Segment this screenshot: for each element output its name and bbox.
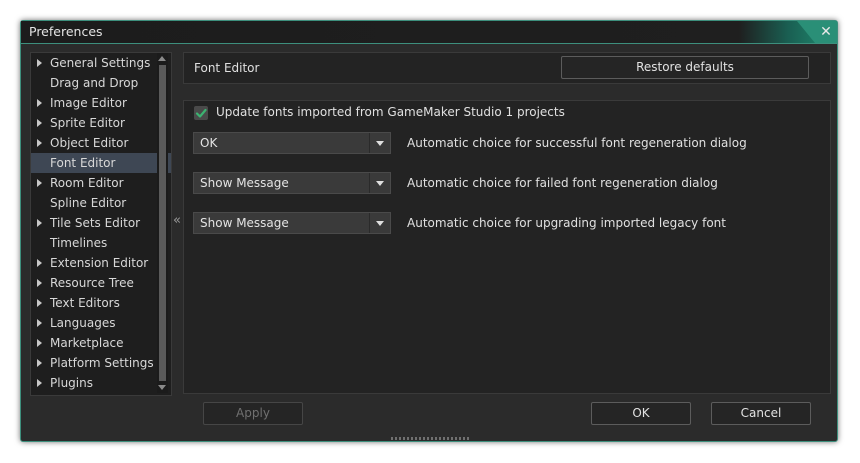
close-icon[interactable]: ✕ [815,21,837,43]
sidebar-item-tile-sets-editor[interactable]: Tile Sets Editor [31,213,171,233]
expand-arrow-icon[interactable] [37,99,42,107]
sidebar-item-sprite-editor[interactable]: Sprite Editor [31,113,171,133]
expand-arrow-icon[interactable] [37,339,42,347]
sidebar-item-font-editor[interactable]: Font Editor [31,153,171,173]
cancel-button[interactable]: Cancel [711,402,811,425]
sidebar-item-label: Object Editor [50,136,129,150]
sidebar-item-extension-editor[interactable]: Extension Editor [31,253,171,273]
expand-arrow-icon[interactable] [37,119,42,127]
ok-button[interactable]: OK [591,402,691,425]
sidebar-list: General Settings Drag and Drop Image Edito… [31,53,171,393]
sidebar-item-image-editor[interactable]: Image Editor [31,93,171,113]
sidebar-item-label: Text Editors [50,296,120,310]
expand-arrow-icon[interactable] [37,379,42,387]
expand-arrow-icon[interactable] [37,299,42,307]
successful-regeneration-label: Automatic choice for successful font reg… [407,136,747,150]
expand-arrow-icon[interactable] [37,219,42,227]
update-fonts-checkbox[interactable] [194,106,208,120]
preferences-sidebar: General Settings Drag and Drop Image Edito… [30,52,172,396]
legacy-font-upgrade-label: Automatic choice for upgrading imported … [407,216,726,230]
sidebar-item-label: Platform Settings [50,356,154,370]
preferences-window: Preferences ✕ General Settings Drag and D… [20,20,838,442]
select-value: OK [200,136,218,150]
chevron-down-icon[interactable] [369,133,390,153]
select-value: Show Message [200,216,289,230]
sidebar-item-plugins[interactable]: Plugins [31,373,171,393]
section-title: Font Editor [194,61,260,75]
sidebar-item-label: Plugins [50,376,93,390]
sidebar-item-label: Font Editor [50,156,116,170]
sidebar-item-general-settings[interactable]: General Settings [31,53,171,73]
sidebar-item-label: Tile Sets Editor [50,216,141,230]
legacy-font-upgrade-select[interactable]: Show Message [193,212,391,234]
chevron-down-icon[interactable] [369,213,390,233]
sidebar-item-label: Sprite Editor [50,116,125,130]
sidebar-item-label: Marketplace [50,336,124,350]
checkmark-icon [195,108,207,118]
sidebar-item-room-editor[interactable]: Room Editor [31,173,171,193]
expand-arrow-icon[interactable] [37,179,42,187]
expand-arrow-icon[interactable] [37,139,42,147]
sidebar-item-label: Languages [50,316,116,330]
failed-regeneration-select[interactable]: Show Message [193,172,391,194]
select-value: Show Message [200,176,289,190]
sidebar-item-languages[interactable]: Languages [31,313,171,333]
sidebar-item-platform-settings[interactable]: Platform Settings [31,353,171,373]
font-editor-settings: Update fonts imported from GameMaker Stu… [183,100,831,394]
sidebar-scrollbar[interactable] [157,53,168,393]
window-title: Preferences [29,24,103,39]
update-fonts-label: Update fonts imported from GameMaker Stu… [216,105,565,119]
sidebar-item-resource-tree[interactable]: Resource Tree [31,273,171,293]
sidebar-item-marketplace[interactable]: Marketplace [31,333,171,353]
chevron-down-icon[interactable] [369,173,390,193]
expand-arrow-icon[interactable] [37,319,42,327]
sidebar-item-object-editor[interactable]: Object Editor [31,133,171,153]
sidebar-item-label: Extension Editor [50,256,149,270]
section-header: Font Editor Restore defaults [183,52,831,84]
sidebar-item-label: Spline Editor [50,196,127,210]
scroll-thumb[interactable] [159,65,166,381]
collapse-sidebar-icon[interactable]: « [171,214,183,227]
resize-grip[interactable] [391,437,469,440]
sidebar-item-label: Resource Tree [50,276,134,290]
scroll-down-icon[interactable] [158,385,166,390]
sidebar-item-label: Timelines [50,236,108,250]
sidebar-item-label: Room Editor [50,176,124,190]
title-bar[interactable]: Preferences ✕ [21,21,837,44]
title-accent [797,21,815,43]
sidebar-item-label: General Settings [50,56,151,70]
expand-arrow-icon[interactable] [37,359,42,367]
scroll-up-icon[interactable] [158,56,166,61]
sidebar-item-label: Image Editor [50,96,127,110]
expand-arrow-icon[interactable] [37,279,42,287]
restore-defaults-button[interactable]: Restore defaults [561,56,809,79]
apply-button[interactable]: Apply [203,402,303,425]
sidebar-item-text-editors[interactable]: Text Editors [31,293,171,313]
sidebar-item-label: Drag and Drop [50,76,139,90]
sidebar-item-timelines[interactable]: Timelines [31,233,171,253]
expand-arrow-icon[interactable] [37,59,42,67]
successful-regeneration-select[interactable]: OK [193,132,391,154]
sidebar-item-spline-editor[interactable]: Spline Editor [31,193,171,213]
sidebar-item-drag-and-drop[interactable]: Drag and Drop [31,73,171,93]
expand-arrow-icon[interactable] [37,259,42,267]
failed-regeneration-label: Automatic choice for failed font regener… [407,176,718,190]
